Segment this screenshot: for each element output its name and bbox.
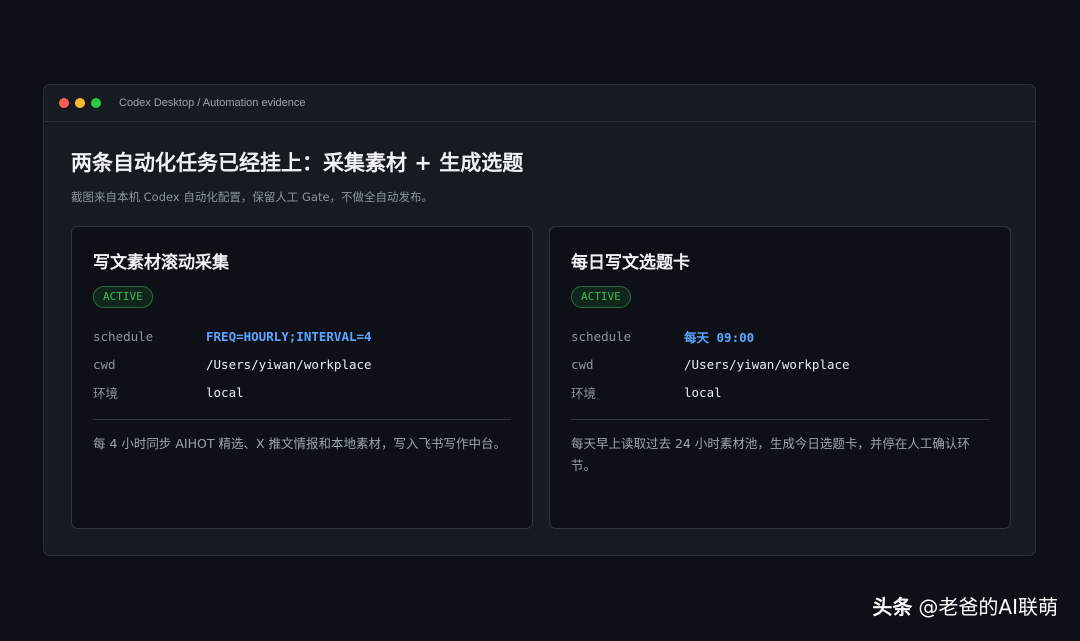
config-fields: schedule 每天 09:00 cwd /Users/yiwan/workp… <box>571 322 991 406</box>
card-description: 每天早上读取过去 24 小时素材池，生成今日选题卡，并停在人工确认环节。 <box>571 436 970 473</box>
watermark: 头条 @老爸的AI联萌 <box>872 591 1058 620</box>
status-badge: ACTIVE <box>571 286 631 308</box>
config-key: 环境 <box>93 385 119 401</box>
cwd-value: /Users/yiwan/workplace <box>684 356 850 372</box>
status-badge: ACTIVE <box>93 286 153 308</box>
config-row-schedule: schedule 每天 09:00 <box>571 322 991 350</box>
environment-value: local <box>206 384 244 400</box>
card-divider <box>93 419 511 420</box>
card-title: 写文素材滚动采集 <box>93 253 229 273</box>
maximize-window-button[interactable] <box>91 98 101 108</box>
card-title: 每日写文选题卡 <box>571 253 690 273</box>
config-row-environment: 环境 local <box>571 378 991 406</box>
config-key: schedule <box>93 328 154 344</box>
config-fields: schedule FREQ=HOURLY;INTERVAL=4 cwd /Use… <box>93 322 513 406</box>
config-key: cwd <box>571 356 594 372</box>
app-window: Codex Desktop / Automation evidence 两条自动… <box>43 84 1036 556</box>
schedule-value: 每天 09:00 <box>684 329 755 345</box>
close-window-button[interactable] <box>59 98 69 108</box>
environment-value: local <box>684 384 722 400</box>
automation-card-material-collection[interactable]: 写文素材滚动采集 ACTIVE schedule FREQ=HOURLY;INT… <box>71 226 533 529</box>
window-title: Codex Desktop / Automation evidence <box>119 97 306 109</box>
page-subtitle: 截图来自本机 Codex 自动化配置，保留人工 Gate，不做全自动发布。 <box>71 190 434 204</box>
config-key: 环境 <box>571 385 597 401</box>
config-row-schedule: schedule FREQ=HOURLY;INTERVAL=4 <box>93 322 513 350</box>
config-row-environment: 环境 local <box>93 378 513 406</box>
window-titlebar: Codex Desktop / Automation evidence <box>44 85 1035 122</box>
automation-card-daily-topics[interactable]: 每日写文选题卡 ACTIVE schedule 每天 09:00 cwd /Us… <box>549 226 1011 529</box>
card-description: 每 4 小时同步 AIHOT 精选、X 推文情报和本地素材，写入飞书写作中台。 <box>93 436 506 451</box>
schedule-value: FREQ=HOURLY;INTERVAL=4 <box>206 328 372 344</box>
card-divider <box>571 419 989 420</box>
page-title: 两条自动化任务已经挂上：采集素材 + 生成选题 <box>71 151 524 175</box>
watermark-brand: 头条 <box>872 595 913 619</box>
cwd-value: /Users/yiwan/workplace <box>206 356 372 372</box>
minimize-window-button[interactable] <box>75 98 85 108</box>
config-key: schedule <box>571 328 632 344</box>
config-key: cwd <box>93 356 116 372</box>
config-row-cwd: cwd /Users/yiwan/workplace <box>93 350 513 378</box>
config-row-cwd: cwd /Users/yiwan/workplace <box>571 350 991 378</box>
watermark-handle: @老爸的AI联萌 <box>918 595 1058 619</box>
